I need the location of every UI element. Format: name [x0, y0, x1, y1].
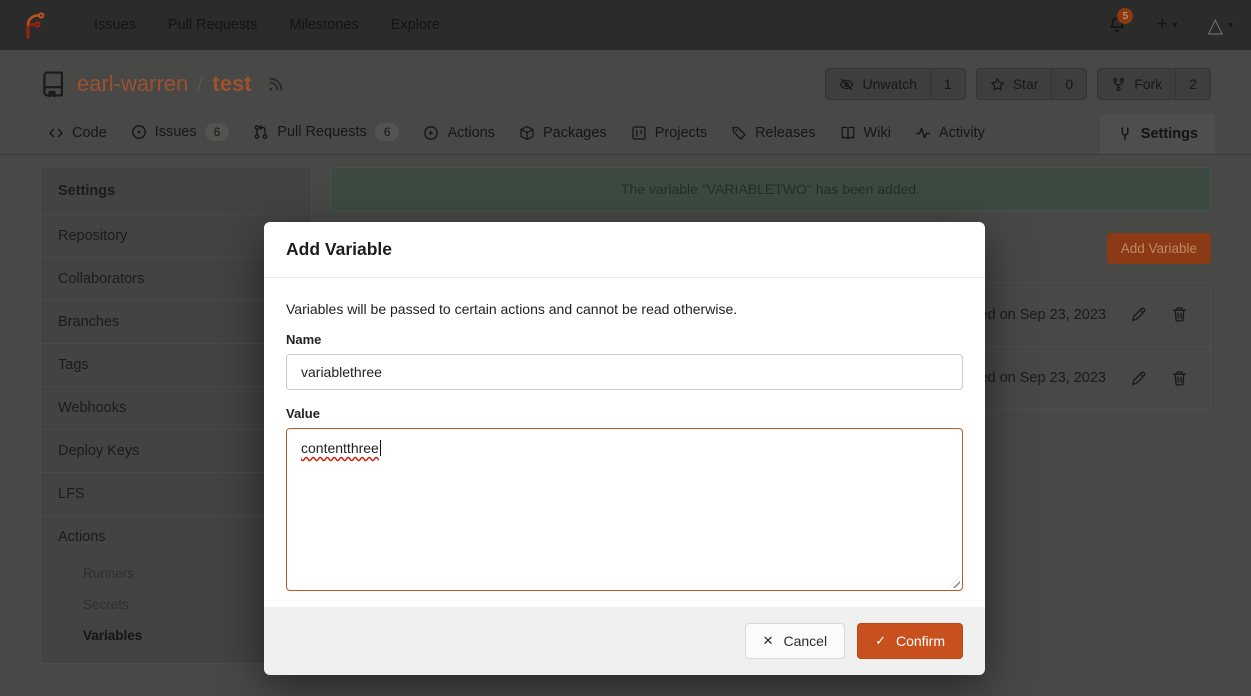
- repo-name-link[interactable]: test: [212, 71, 251, 97]
- unwatch-button[interactable]: Unwatch 1: [825, 68, 965, 100]
- tab-label: Wiki: [864, 125, 891, 141]
- book-icon: [840, 125, 856, 141]
- issue-opened-icon: [131, 124, 147, 140]
- tab-wiki[interactable]: Wiki: [828, 114, 903, 154]
- tab-label: Settings: [1141, 126, 1198, 142]
- star-count[interactable]: 0: [1051, 69, 1086, 99]
- repo-separator: /: [197, 71, 203, 97]
- tab-settings[interactable]: Settings: [1100, 114, 1215, 154]
- text-cursor: [380, 440, 381, 456]
- tab-issues[interactable]: Issues 6: [119, 112, 242, 154]
- delete-icon[interactable]: [1171, 370, 1188, 387]
- repo-icon: [40, 70, 68, 98]
- issues-count-badge: 6: [205, 123, 230, 141]
- confirm-button[interactable]: ✓ Confirm: [857, 623, 963, 659]
- tab-label: Releases: [755, 125, 815, 141]
- cancel-button[interactable]: ✕ Cancel: [745, 623, 846, 659]
- notification-count-badge: 5: [1117, 8, 1133, 24]
- tab-label: Actions: [447, 125, 495, 141]
- code-icon: [48, 125, 64, 141]
- fork-label: Fork: [1134, 76, 1162, 92]
- tab-label: Activity: [939, 125, 985, 141]
- add-variable-button[interactable]: Add Variable: [1107, 233, 1211, 264]
- modal-footer: ✕ Cancel ✓ Confirm: [264, 607, 985, 675]
- tab-label: Packages: [543, 125, 607, 141]
- watch-count[interactable]: 1: [930, 69, 965, 99]
- avatar: △: [1208, 13, 1223, 38]
- repo-tabbar: Code Issues 6 Pull Requests 6 Actions Pa…: [0, 112, 1251, 155]
- notifications-button[interactable]: 5: [1108, 16, 1126, 34]
- eye-off-icon: [839, 77, 854, 92]
- pulse-icon: [915, 125, 931, 141]
- value-field-label: Value: [286, 406, 963, 421]
- repo-action-buttons: Unwatch 1 Star 0 Fork 2: [825, 68, 1211, 100]
- resize-grip[interactable]: [948, 576, 960, 588]
- tab-actions[interactable]: Actions: [411, 114, 507, 154]
- project-board-icon: [631, 125, 647, 141]
- unwatch-label: Unwatch: [862, 76, 916, 92]
- top-navbar: Issues Pull Requests Milestones Explore …: [0, 0, 1251, 50]
- repo-header: earl-warren / test Unwatch 1: [0, 50, 1251, 112]
- tab-label: Code: [72, 125, 107, 141]
- star-button[interactable]: Star 0: [976, 68, 1087, 100]
- navbar-right: 5 + ▾ △ ▾: [1108, 13, 1233, 38]
- flash-message: The variable "VARIABLETWO" has been adde…: [621, 181, 920, 197]
- forgejo-logo-icon[interactable]: [18, 10, 48, 40]
- nav-link-milestones[interactable]: Milestones: [289, 17, 358, 33]
- tab-projects[interactable]: Projects: [619, 114, 719, 154]
- tab-releases[interactable]: Releases: [719, 114, 827, 154]
- sidebar-title: Settings: [41, 168, 311, 214]
- plus-icon: +: [1156, 14, 1167, 36]
- tab-label: Pull Requests: [277, 124, 366, 140]
- check-icon: ✓: [875, 633, 886, 649]
- value-text: contentthree: [301, 440, 379, 456]
- tab-activity[interactable]: Activity: [903, 114, 997, 154]
- nav-link-pull-requests[interactable]: Pull Requests: [168, 17, 257, 33]
- edit-icon[interactable]: [1130, 306, 1147, 323]
- repo-owner-link[interactable]: earl-warren: [77, 71, 188, 97]
- package-icon: [519, 125, 535, 141]
- git-pull-request-icon: [253, 124, 269, 140]
- edit-icon[interactable]: [1130, 370, 1147, 387]
- modal-title: Add Variable: [264, 222, 985, 278]
- modal-description: Variables will be passed to certain acti…: [286, 301, 963, 317]
- name-field-label: Name: [286, 332, 963, 347]
- user-menu-dropdown[interactable]: △ ▾: [1208, 13, 1233, 38]
- tag-icon: [731, 125, 747, 141]
- play-circle-icon: [423, 125, 439, 141]
- add-variable-modal: Add Variable Variables will be passed to…: [264, 222, 985, 672]
- confirm-label: Confirm: [896, 633, 945, 649]
- cancel-label: Cancel: [783, 633, 827, 649]
- create-new-dropdown[interactable]: + ▾: [1156, 14, 1177, 36]
- flash-success-banner: The variable "VARIABLETWO" has been adde…: [330, 167, 1211, 211]
- variable-name-input[interactable]: [286, 354, 963, 390]
- delete-icon[interactable]: [1171, 306, 1188, 323]
- chevron-down-icon: ▾: [1173, 20, 1178, 31]
- tab-packages[interactable]: Packages: [507, 114, 619, 154]
- close-icon: ✕: [763, 633, 774, 649]
- star-label: Star: [1013, 76, 1039, 92]
- nav-link-explore[interactable]: Explore: [391, 17, 440, 33]
- fork-button[interactable]: Fork 2: [1097, 68, 1211, 100]
- tab-label: Projects: [655, 125, 707, 141]
- variable-value-textarea[interactable]: contentthree: [286, 428, 963, 591]
- rss-icon[interactable]: [267, 76, 284, 93]
- nav-link-issues[interactable]: Issues: [94, 17, 136, 33]
- settings-tools-icon: [1117, 126, 1133, 142]
- tab-code[interactable]: Code: [36, 114, 119, 154]
- fork-icon: [1111, 77, 1126, 92]
- pull-requests-count-badge: 6: [375, 123, 400, 141]
- modal-body: Variables will be passed to certain acti…: [264, 278, 985, 607]
- tab-label: Issues: [155, 124, 197, 140]
- tab-pull-requests[interactable]: Pull Requests 6: [241, 112, 411, 154]
- chevron-down-icon: ▾: [1228, 20, 1233, 31]
- star-icon: [990, 77, 1005, 92]
- fork-count[interactable]: 2: [1175, 69, 1210, 99]
- repo-title: earl-warren / test: [40, 70, 284, 98]
